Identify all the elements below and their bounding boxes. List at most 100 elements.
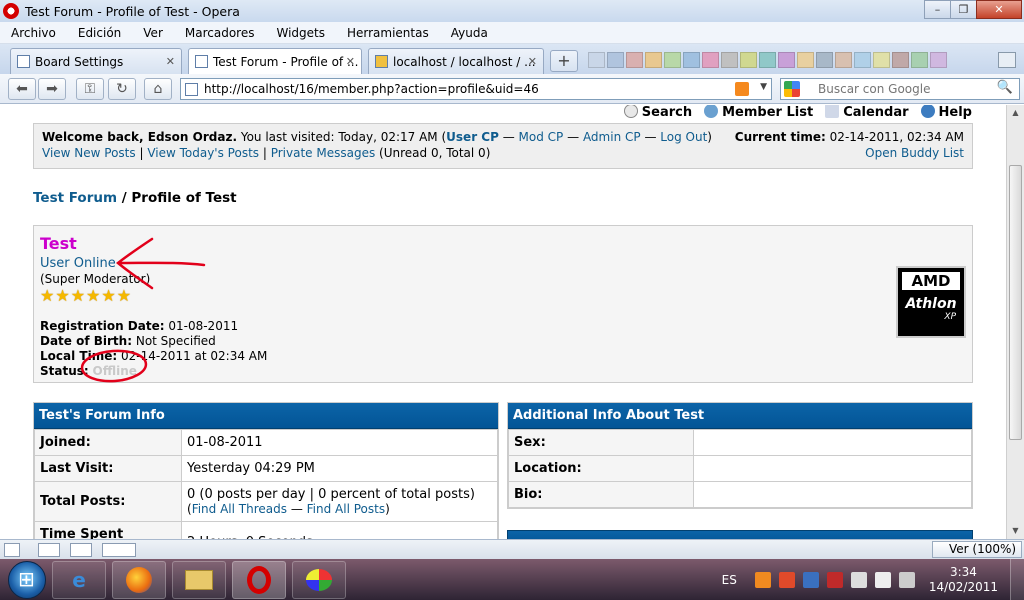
rank-stars: ★ ★ ★ ★ ★ ★ <box>40 288 131 304</box>
view-new-posts-link[interactable]: View New Posts <box>42 146 136 160</box>
address-toolbar: ⬅ ➡ ⚿ ↻ ⌂ http://localhost/16/member.php… <box>0 74 1024 104</box>
current-time-label: Current time: <box>734 130 826 144</box>
current-time: 02-14-2011, 02:34 AM <box>829 130 964 144</box>
minimize-button[interactable]: – <box>924 0 951 19</box>
tab-board-settings[interactable]: Board Settings ✕ <box>10 48 182 74</box>
sync-icon[interactable] <box>38 542 60 557</box>
star-icon: ★ <box>55 286 70 305</box>
page-icon <box>185 82 198 96</box>
volume-icon[interactable] <box>850 571 867 588</box>
search-box[interactable]: 🔍 <box>780 78 1020 100</box>
search-icon <box>623 105 638 118</box>
chevron-down-icon[interactable]: ▼ <box>760 82 767 92</box>
tab-profile[interactable]: Test Forum - Profile of ... ✕ <box>188 48 362 74</box>
last-visit-label: Last Visit: <box>34 455 182 482</box>
star-icon: ★ <box>86 286 101 305</box>
start-button[interactable] <box>8 560 46 599</box>
tab-localhost[interactable]: localhost / localhost / ... ✕ <box>368 48 544 74</box>
private-messages-link[interactable]: Private Messages <box>271 146 376 160</box>
menu-edicion[interactable]: Edición <box>67 26 132 40</box>
trash-icon[interactable] <box>998 52 1016 68</box>
scroll-thumb[interactable] <box>1009 165 1022 440</box>
find-threads-link[interactable]: Find All Threads <box>192 502 287 516</box>
close-button[interactable]: ✕ <box>976 0 1022 19</box>
paint-icon[interactable] <box>292 560 346 599</box>
dob-value: Not Specified <box>135 334 216 348</box>
home-icon[interactable]: ⌂ <box>144 78 172 100</box>
rss-icon[interactable] <box>735 82 749 96</box>
tray-flag-icon[interactable] <box>826 571 843 588</box>
user-cp-link[interactable]: User CP <box>446 130 499 144</box>
language-indicator[interactable]: ES <box>722 573 737 587</box>
calendar-link[interactable]: Calendar <box>825 105 909 120</box>
help-link[interactable]: Help <box>920 105 972 120</box>
reload-icon[interactable]: ↻ <box>108 78 136 100</box>
tray-network-icon[interactable] <box>802 571 819 588</box>
menu-herramientas[interactable]: Herramientas <box>336 26 440 40</box>
scroll-up-icon[interactable]: ▲ <box>1007 105 1024 121</box>
local-time-label: Local Time: <box>40 349 118 363</box>
menu-ayuda[interactable]: Ayuda <box>440 26 499 40</box>
close-tab-icon[interactable]: ✕ <box>346 55 355 68</box>
forward-button[interactable]: ➡ <box>38 78 66 100</box>
window-title: Test Forum - Profile of Test - Opera <box>25 3 240 19</box>
search-icon[interactable]: 🔍 <box>997 80 1013 95</box>
power-icon[interactable] <box>898 571 915 588</box>
system-tray: ES 3:34 14/02/2011 <box>722 559 1024 600</box>
search-input[interactable] <box>818 82 988 96</box>
location-label: Location: <box>508 455 694 482</box>
explorer-icon[interactable] <box>172 560 226 599</box>
close-tab-icon[interactable]: ✕ <box>166 55 175 68</box>
opera-taskbar-icon[interactable] <box>232 560 286 599</box>
calendar-icon <box>825 105 840 118</box>
back-button[interactable]: ⬅ <box>8 78 36 100</box>
forum-info-header: Test's Forum Info <box>34 403 498 429</box>
vertical-scrollbar[interactable]: ▲ ▼ <box>1006 105 1024 539</box>
tray-xampp-icon[interactable] <box>778 571 795 588</box>
breadcrumb-root-link[interactable]: Test Forum <box>33 190 117 206</box>
help-icon <box>920 105 935 118</box>
close-tab-icon[interactable]: ✕ <box>528 55 537 68</box>
key-icon[interactable]: ⚿ <box>76 78 104 100</box>
welcome-panel: Welcome back, Edson Ordaz. You last visi… <box>33 123 973 169</box>
menu-marcadores[interactable]: Marcadores <box>174 26 266 40</box>
zoom-control[interactable]: Ver (100%) <box>932 541 1022 558</box>
firefox-icon[interactable] <box>112 560 166 599</box>
maximize-button[interactable]: ❐ <box>950 0 977 19</box>
open-buddy-list-link[interactable]: Open Buddy List <box>865 146 964 160</box>
view-todays-posts-link[interactable]: View Today's Posts <box>147 146 259 160</box>
unite-icon[interactable] <box>70 542 92 557</box>
search-link[interactable]: Search <box>623 105 692 120</box>
new-tab-button[interactable]: + <box>550 50 578 72</box>
profile-username: Test <box>40 234 77 253</box>
logout-link[interactable]: Log Out <box>660 130 707 144</box>
member-list-link[interactable]: Member List <box>704 105 813 120</box>
bio-value <box>693 481 972 508</box>
bio-label: Bio: <box>508 481 694 508</box>
tabbar: Board Settings ✕ Test Forum - Profile of… <box>0 44 1024 74</box>
panel-toggle-icon[interactable] <box>4 542 20 557</box>
tray-app-icon[interactable] <box>754 571 771 588</box>
admin-cp-link[interactable]: Admin CP <box>583 130 641 144</box>
time-online-label: Time Spent Online: <box>34 521 182 539</box>
star-icon: ★ <box>70 286 86 305</box>
url-field[interactable]: http://localhost/16/member.php?action=pr… <box>180 78 772 100</box>
menu-archivo[interactable]: Archivo <box>0 26 67 40</box>
menu-widgets[interactable]: Widgets <box>265 26 336 40</box>
ie-icon[interactable]: e <box>52 560 106 599</box>
online-status: User Online <box>40 256 116 271</box>
scroll-down-icon[interactable]: ▼ <box>1007 523 1024 539</box>
show-desktop-button[interactable] <box>1010 559 1024 600</box>
clock[interactable]: 3:34 14/02/2011 <box>929 565 998 595</box>
breadcrumb-separator: / <box>121 190 127 206</box>
avatar: AMD Athlon XP <box>896 266 966 338</box>
menu-ver[interactable]: Ver <box>132 26 174 40</box>
pm-counts: (Unread 0, Total 0) <box>379 146 491 160</box>
mod-cp-link[interactable]: Mod CP <box>519 130 564 144</box>
find-posts-link[interactable]: Find All Posts <box>307 502 385 516</box>
action-center-icon[interactable] <box>874 571 891 588</box>
window-titlebar: Test Forum - Profile of Test - Opera – ❐… <box>0 0 1024 22</box>
google-icon[interactable] <box>784 81 800 97</box>
turbo-icon[interactable] <box>102 542 136 557</box>
total-posts-cell: 0 (0 posts per day | 0 percent of total … <box>181 481 498 522</box>
